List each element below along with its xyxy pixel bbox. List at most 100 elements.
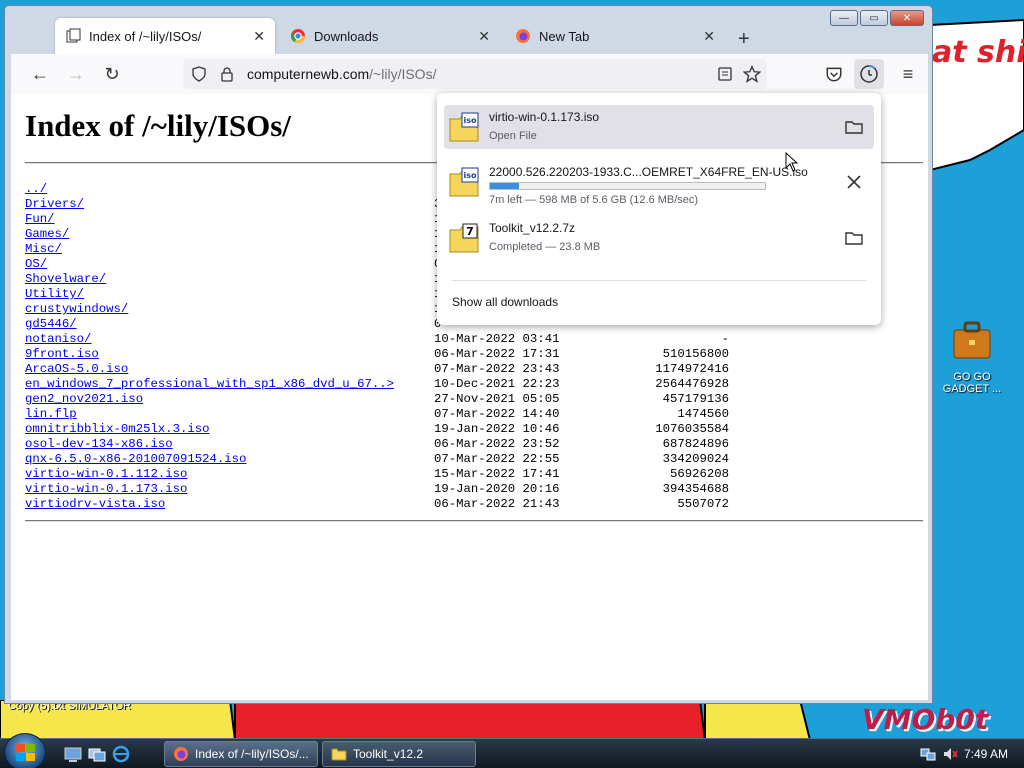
tab-close-icon[interactable]: ✕ <box>253 28 265 45</box>
listing-link[interactable]: gd5446/ <box>25 317 77 331</box>
download-status: 7m left — 598 MB of 5.6 GB (12.6 MB/sec) <box>489 194 699 206</box>
listing-size: 5507072 <box>677 497 729 511</box>
desktop-icon-gadget[interactable]: GO GO GADGET ... <box>940 318 1004 395</box>
svg-text:7: 7 <box>466 225 474 238</box>
listing-date: 10-Mar-2022 03:41 <box>434 332 560 346</box>
firefox-icon <box>516 29 530 43</box>
listing-date: 27-Nov-2021 05:05 <box>434 392 560 406</box>
listing-link[interactable]: en_windows_7_professional_with_sp1_x86_d… <box>25 377 394 391</box>
svg-text:iso: iso <box>464 171 478 180</box>
tab-close-icon[interactable]: ✕ <box>478 28 490 45</box>
show-all-downloads-button[interactable]: Show all downloads <box>452 295 558 309</box>
listing-link[interactable]: virtio-win-0.1.112.iso <box>25 467 187 481</box>
download-status: Open File <box>489 130 537 142</box>
tab-title: New Tab <box>539 28 590 44</box>
tab-strip: Index of /~lily/ISOs/ ✕ Downloads ✕ New … <box>5 14 932 54</box>
listing-size: 687824896 <box>662 437 729 451</box>
url-host: computernewb.com <box>247 66 370 82</box>
new-tab-button[interactable]: + <box>738 28 750 51</box>
listing-link[interactable]: osol-dev-134-x86.iso <box>25 437 173 451</box>
listing-link[interactable]: Fun/ <box>25 212 55 226</box>
listing-link[interactable]: Drivers/ <box>25 197 84 211</box>
listing-link[interactable]: Utility/ <box>25 287 84 301</box>
panel-divider <box>452 280 866 281</box>
download-filename: 22000.526.220203-1933.C...OEMRET_X64FRE_… <box>489 165 808 179</box>
listing-link[interactable]: 9front.iso <box>25 347 99 361</box>
downloads-progress-icon <box>860 65 878 83</box>
downloads-panel: iso virtio-win-0.1.173.iso Open File iso… <box>437 93 881 325</box>
listing-link[interactable]: Shovelware/ <box>25 272 106 286</box>
clock[interactable]: 7:49 AM <box>964 747 1008 761</box>
folder-icon <box>331 748 347 761</box>
listing-link[interactable]: virtiodrv-vista.iso <box>25 497 165 511</box>
url-bar[interactable]: computernewb.com/~lily/ISOs/ <box>183 59 767 89</box>
briefcase-icon <box>953 321 991 359</box>
listing-link[interactable]: lin.flp <box>25 407 77 421</box>
listing-size: 334209024 <box>662 452 729 466</box>
listing-link[interactable]: OS/ <box>25 257 47 271</box>
download-item[interactable]: iso 22000.526.220203-1933.C...OEMRET_X64… <box>444 160 874 206</box>
download-item[interactable]: iso virtio-win-0.1.173.iso Open File <box>444 105 874 149</box>
listing-date: 06-Mar-2022 23:52 <box>434 437 560 451</box>
download-progress-bar <box>489 182 766 190</box>
tab-close-icon[interactable]: ✕ <box>703 28 715 45</box>
tab-new-tab[interactable]: New Tab ✕ <box>505 18 725 54</box>
iso-file-icon: iso <box>449 167 479 197</box>
windows-logo-icon <box>16 744 35 761</box>
folder-icon[interactable] <box>844 228 864 248</box>
listing-size: 2564476928 <box>655 377 729 391</box>
listing-link[interactable]: omnitribblix-0m25lx.3.iso <box>25 422 209 436</box>
wallpaper-text-1: at shit chew <box>932 35 1024 70</box>
start-button[interactable] <box>4 733 46 768</box>
download-status: Completed — 23.8 MB <box>489 241 601 253</box>
listing-link[interactable]: Misc/ <box>25 242 62 256</box>
forward-button[interactable]: → <box>65 63 87 85</box>
listing-date: 19-Jan-2020 20:16 <box>434 482 560 496</box>
volume-muted-icon[interactable] <box>942 746 958 762</box>
listing-size: 1174972416 <box>655 362 729 376</box>
page-favicon-icon <box>66 28 81 43</box>
back-button[interactable]: ← <box>29 63 51 85</box>
taskbar-task-label: Toolkit_v12.2 <box>353 747 424 761</box>
shield-icon[interactable] <box>191 66 207 82</box>
internet-explorer-icon[interactable] <box>112 745 130 763</box>
taskbar-task-firefox[interactable]: Index of /~lily/ISOs/... <box>164 741 318 767</box>
download-item[interactable]: 7 Toolkit_v12.2.7z Completed — 23.8 MB <box>444 216 874 260</box>
menu-hamburger-icon[interactable]: ≡ <box>897 63 919 85</box>
taskbar-task-label: Index of /~lily/ISOs/... <box>195 747 309 761</box>
listing-link[interactable]: virtio-win-0.1.173.iso <box>25 482 187 496</box>
reader-view-icon[interactable] <box>717 66 733 82</box>
listing-link[interactable]: ../ <box>25 182 47 196</box>
listing-link[interactable]: crustywindows/ <box>25 302 128 316</box>
listing-size: 394354688 <box>662 482 729 496</box>
listing-link[interactable]: Games/ <box>25 227 69 241</box>
bookmark-star-icon[interactable] <box>743 65 761 83</box>
close-icon[interactable] <box>844 172 864 192</box>
listing-size: 1076035584 <box>655 422 729 436</box>
download-filename: Toolkit_v12.2.7z <box>489 221 576 235</box>
folder-icon[interactable] <box>844 117 864 137</box>
lock-icon[interactable] <box>219 66 235 82</box>
listing-size: - <box>721 332 729 346</box>
listing-link[interactable]: notaniso/ <box>25 332 91 346</box>
tab-index-of-isos[interactable]: Index of /~lily/ISOs/ ✕ <box>55 18 275 54</box>
listing-date: 07-Mar-2022 22:55 <box>434 452 560 466</box>
taskbar-task-toolkit[interactable]: Toolkit_v12.2 <box>322 741 476 767</box>
mouse-cursor-icon <box>785 152 799 172</box>
pocket-icon[interactable] <box>825 65 843 83</box>
downloads-button[interactable] <box>854 59 884 89</box>
listing-link[interactable]: ArcaOS-5.0.iso <box>25 362 128 376</box>
show-desktop-icon[interactable] <box>64 745 82 763</box>
switch-windows-icon[interactable] <box>88 745 106 763</box>
tab-title: Downloads <box>314 28 379 44</box>
listing-size: 457179136 <box>662 392 729 406</box>
network-icon[interactable] <box>920 746 936 762</box>
tab-downloads[interactable]: Downloads ✕ <box>280 18 500 54</box>
listing-date: 10-Dec-2021 22:23 <box>434 377 560 391</box>
download-filename: virtio-win-0.1.173.iso <box>489 110 600 124</box>
listing-link[interactable]: gen2_nov2021.iso <box>25 392 143 406</box>
listing-date: 06-Mar-2022 17:31 <box>434 347 560 361</box>
system-tray: 7:49 AM <box>864 739 1024 768</box>
reload-button[interactable]: ↻ <box>101 63 123 85</box>
listing-link[interactable]: qnx-6.5.0-x86-201007091524.iso <box>25 452 246 466</box>
